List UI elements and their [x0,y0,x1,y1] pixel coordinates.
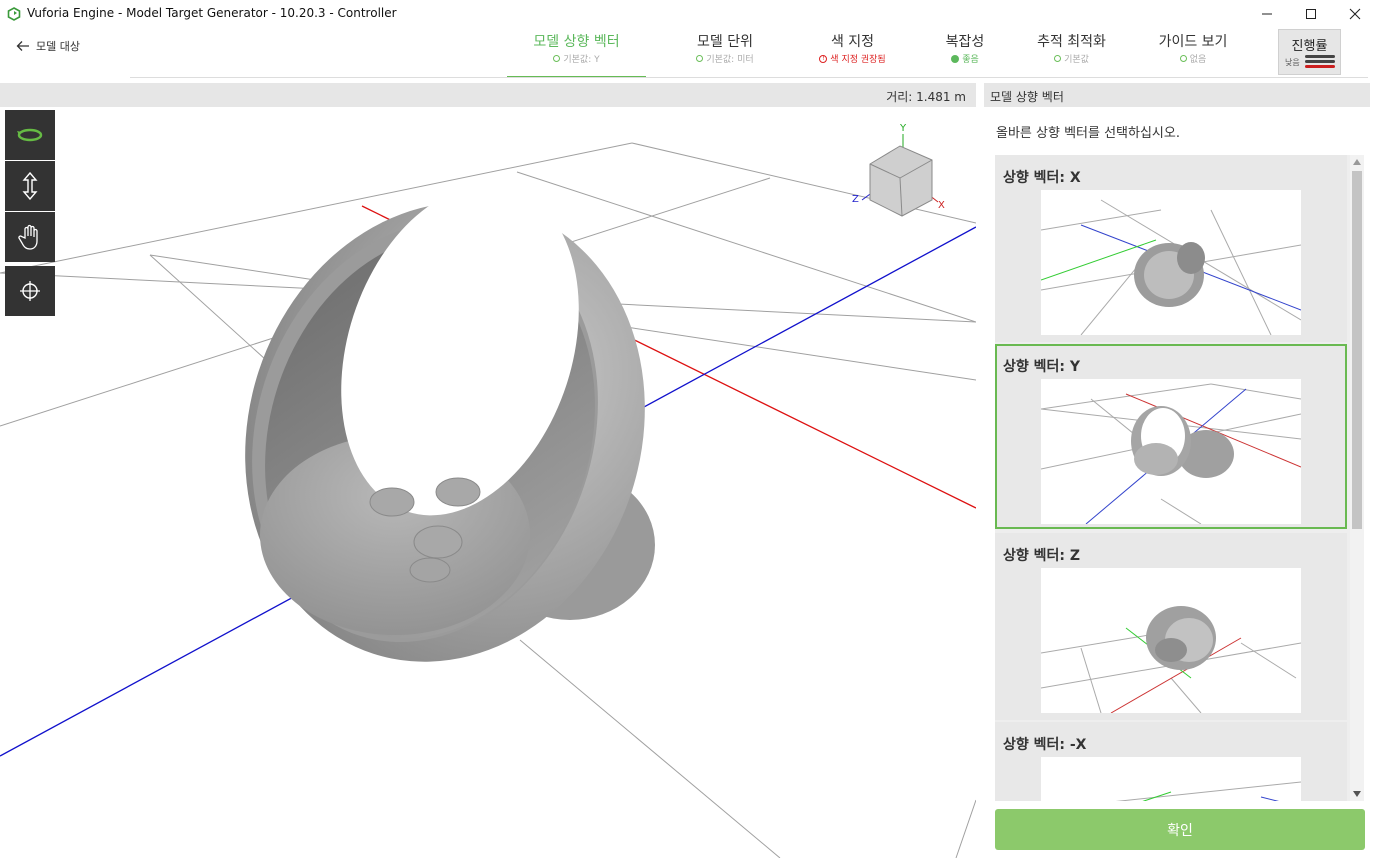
status-dot-icon [951,54,960,63]
status-circle-icon [553,55,561,62]
distance-readout: 거리: 1.481 m [886,90,966,104]
zoom-tool-button[interactable] [5,161,55,211]
progress-title: 진행률 [1291,39,1328,54]
progress-indicator[interactable]: 진행률 낮음 [1278,29,1341,75]
progress-bars-icon [1305,55,1335,68]
option-label: 상향 벡터: Z [1003,548,1081,564]
preview-image [1041,606,1301,713]
panel-instruction: 올바른 상향 벡터를 선택하십시오. [996,126,1180,141]
minimize-icon [1262,13,1272,15]
axis-x-label: X [938,200,945,211]
arrow-left-icon [16,41,29,51]
up-vector-option-x[interactable]: 상향 벡터: X [995,155,1347,342]
step-label: 가이드 보기 [1158,34,1228,50]
status-circle-icon [1054,55,1062,62]
minimize-button[interactable] [1244,0,1290,28]
recenter-tool-button[interactable] [5,266,55,316]
scroll-up-icon[interactable] [1353,159,1361,165]
scene-canvas[interactable] [0,107,976,858]
header-divider [130,77,1368,78]
close-button[interactable] [1332,0,1376,28]
up-vector-options-list[interactable]: 상향 벡터: X 상향 벡터: Y 상향 벡터: Z 상향 벡터: -X [995,155,1350,801]
title-bar: Vuforia Engine - Model Target Generator … [0,0,1376,28]
option-thumbnail [1041,757,1301,801]
step-tracking-optimization[interactable]: 추적 최적화 기본값 [1015,32,1128,76]
axis-y-label: Y [900,123,907,134]
panel-title: 모델 상향 벡터 [990,90,1064,104]
confirm-button[interactable]: 확인 [995,809,1365,850]
preview-image [1041,383,1301,524]
scroll-down-icon[interactable] [1353,791,1361,797]
viewport-toolbar [5,110,55,316]
orbit-tool-button[interactable] [5,110,55,160]
warning-icon: ! [819,54,828,63]
step-status: 색 지정 권장됨 [830,55,886,65]
options-scrollbar[interactable] [1350,155,1364,801]
orientation-gizmo[interactable]: Y Z X [848,122,958,222]
scroll-thumb[interactable] [1352,171,1362,529]
window-title: Vuforia Engine - Model Target Generator … [27,6,397,20]
pan-tool-button[interactable] [5,212,55,262]
up-vector-option-z[interactable]: 상향 벡터: Z [995,533,1347,720]
3d-viewport[interactable] [0,107,976,858]
status-circle-icon [1179,55,1187,62]
preview-image [1041,199,1301,335]
preview-image [1115,781,1301,801]
step-status: 좋음 [962,55,979,65]
step-model-up-vector[interactable]: 모델 상향 벡터 기본값: Y [507,32,646,78]
pan-icon [18,224,38,250]
option-label: 상향 벡터: -X [1003,737,1087,753]
orbit-icon [17,128,43,142]
option-thumbnail [1041,568,1301,713]
up-vector-panel: 모델 상향 벡터 올바른 상향 벡터를 선택하십시오. 상향 벡터: X 상향 … [984,83,1370,858]
recenter-icon [20,281,40,301]
up-vector-option-neg-x[interactable]: 상향 벡터: -X [995,722,1347,801]
step-label: 모델 단위 [697,34,753,50]
step-status: 없음 [1189,55,1207,65]
step-complexity[interactable]: 복잡성 좋음 [915,32,1015,76]
maximize-button[interactable] [1288,0,1334,28]
app-logo-icon [7,7,21,21]
status-circle-icon [696,55,704,62]
step-status: 기본값: 미터 [706,55,754,65]
viewport-status-bar: 거리: 1.481 m [0,83,976,107]
step-label: 색 지정 [830,34,875,50]
step-model-units[interactable]: 모델 단위 기본값: 미터 [660,32,790,76]
zoom-icon [22,172,38,200]
step-label: 모델 상향 벡터 [533,34,620,50]
step-guide-view[interactable]: 가이드 보기 없음 [1138,32,1248,76]
axis-z-label: Z [852,194,859,205]
step-status: 기본값: Y [563,55,600,65]
back-button[interactable]: 모델 대상 [16,37,80,55]
step-label: 복잡성 [945,34,985,50]
step-status: 기본값 [1064,55,1089,65]
option-thumbnail [1041,190,1301,335]
step-label: 추적 최적화 [1037,34,1106,50]
up-vector-option-y[interactable]: 상향 벡터: Y [995,344,1347,529]
back-label: 모델 대상 [36,40,80,53]
option-label: 상향 벡터: Y [1003,359,1081,375]
close-icon [1349,8,1361,20]
maximize-icon [1306,9,1316,19]
option-label: 상향 벡터: X [1003,170,1081,186]
option-thumbnail [1041,379,1301,524]
progress-level: 낮음 [1285,58,1300,67]
step-coloring[interactable]: 색 지정 ! 색 지정 권장됨 [790,32,915,76]
